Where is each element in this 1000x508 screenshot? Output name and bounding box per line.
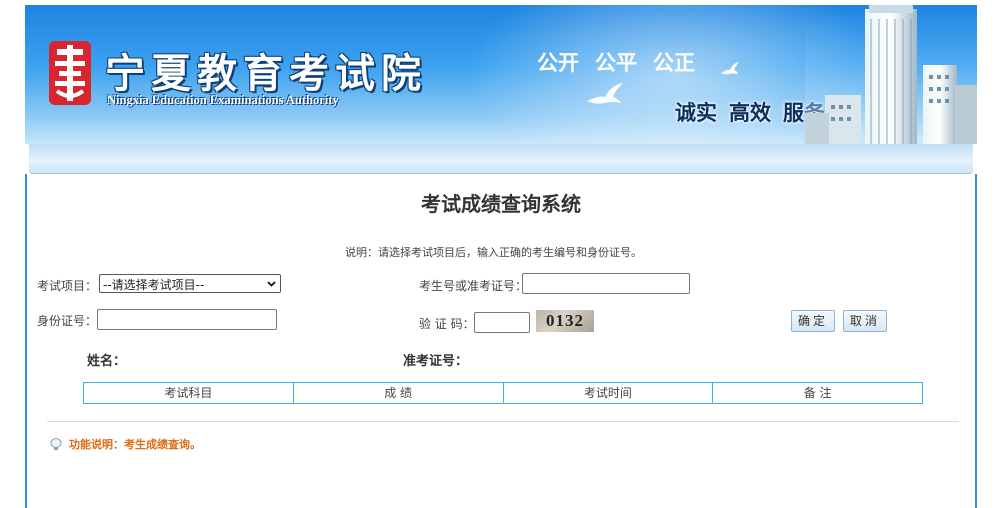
candidate-no-input[interactable] [522, 273, 690, 294]
function-note: 功能说明：考生成绩查询。 [49, 436, 201, 452]
cancel-button[interactable]: 取消 [843, 310, 887, 332]
result-table: 考试科目 成 绩 考试时间 备 注 [83, 382, 923, 404]
city-skyline-icon [805, 5, 977, 144]
nav-bar [29, 144, 973, 174]
captcha-image[interactable]: 0132 [536, 310, 594, 332]
query-panel: 考试成绩查询系统 说明：请选择考试项目后，输入正确的考生编号和身份证号。 考试项… [25, 174, 977, 508]
dove-icon [587, 83, 623, 104]
captcha-input[interactable] [474, 312, 530, 333]
column-exam-time: 考试时间 [504, 383, 714, 403]
slogan-open: 公开 [537, 51, 579, 75]
id-card-label: 身份证号： [37, 314, 98, 328]
dove-small-icon [721, 62, 739, 75]
logo-subtitle: Ningxia Education Examinations Authority [107, 93, 339, 107]
slogan-top: 公开 公平 公正 [537, 47, 711, 77]
page-frame: 宁夏教育考试院 Ningxia Education Examinations A… [25, 5, 977, 508]
ticket-no-label: 准考证号： [403, 354, 469, 369]
chevron-down-icon [267, 281, 276, 287]
function-note-text: 功能说明：考生成绩查询。 [69, 438, 201, 451]
column-score: 成 绩 [294, 383, 504, 403]
logo-title: 宁夏教育考试院 [105, 50, 427, 97]
slogan-efficient: 高效 [729, 101, 771, 125]
divider [47, 421, 959, 422]
exam-item-select[interactable]: --请选择考试项目-- [99, 274, 281, 293]
header-banner: 宁夏教育考试院 Ningxia Education Examinations A… [25, 5, 977, 144]
slogan-fair: 公平 [595, 51, 637, 75]
id-card-input[interactable] [97, 309, 277, 330]
confirm-button[interactable]: 确定 [791, 310, 835, 332]
emblem-logo-icon [49, 41, 91, 105]
exam-item-selected: --请选择考试项目-- [103, 278, 205, 292]
column-remarks: 备 注 [803, 386, 832, 400]
exam-item-label: 考试项目： [37, 279, 98, 293]
column-subject: 考试科目 [84, 383, 294, 403]
page-title: 考试成绩查询系统 [421, 192, 581, 216]
slogan-just: 公正 [653, 51, 695, 75]
slogan-honest: 诚实 [675, 101, 717, 125]
name-label: 姓名： [87, 354, 127, 369]
candidate-no-label: 考生号或准考证号： [419, 279, 528, 293]
captcha-label: 验 证 码： [419, 317, 475, 331]
lightbulb-icon [50, 438, 62, 450]
instruction-text: 说明：请选择考试项目后，输入正确的考生编号和身份证号。 [345, 246, 642, 259]
